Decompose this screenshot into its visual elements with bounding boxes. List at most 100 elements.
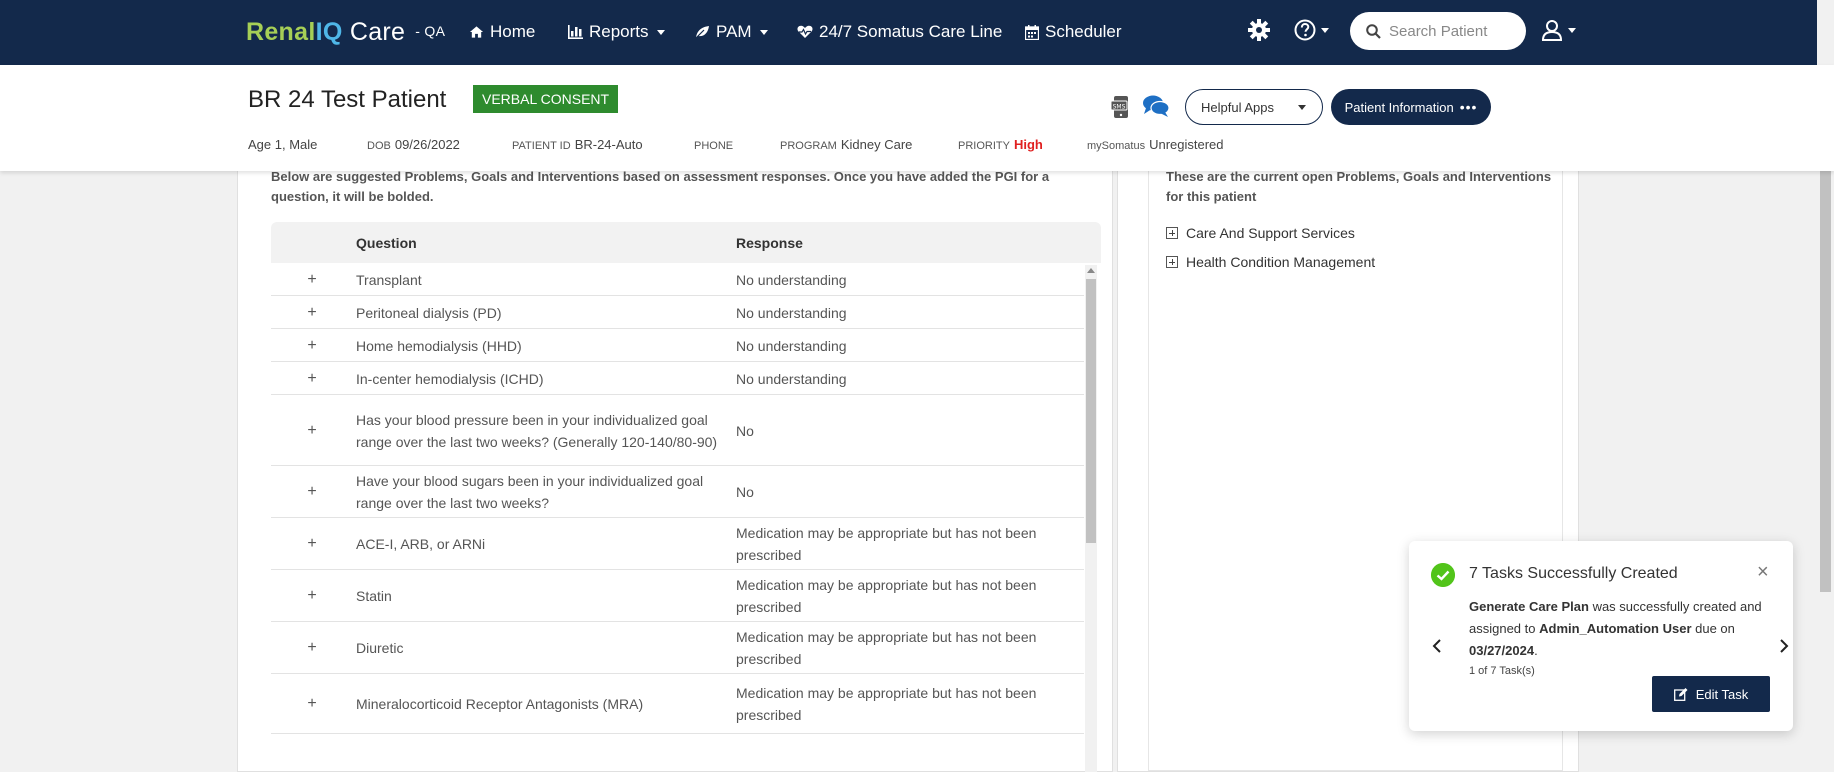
bar-chart-icon [568,25,583,39]
patient-name: BR 24 Test Patient [248,86,447,113]
chevron-down-icon [656,29,665,35]
table-row: + ACE-I, ARB, or ARNi Medication may be ap… [271,518,1084,570]
heartbeat-icon [797,25,813,38]
table-header: Question Response [271,222,1101,263]
priority-label: PRIORITY [958,140,1010,152]
toast-title: 7 Tasks Successfully Created [1469,565,1678,582]
current-pgi-intro: These are the current open Problems, Goa… [1166,169,1552,204]
expand-row-icon[interactable]: + [304,337,320,354]
svg-text:SMS: SMS [1113,104,1126,111]
table-scrollbar[interactable] [1085,265,1097,772]
patient-information-button[interactable]: Patient Information ••• [1331,89,1491,125]
nav-pam-label: PAM [716,22,752,41]
nav-scheduler-label: Scheduler [1045,22,1122,41]
edit-task-label: Edit Task [1695,686,1749,702]
expand-row-icon[interactable]: + [304,640,320,656]
priority-field: PRIORITY High [958,137,1043,152]
calendar-icon [1025,24,1039,40]
nav-pam[interactable]: PAM [694,22,768,42]
top-navbar: RenalIQ Care - QA Home Reports PAM 24/7 S… [0,0,1834,65]
expand-row-icon[interactable]: + [304,536,320,552]
expand-row-icon[interactable]: + [304,271,320,288]
sms-icon[interactable]: SMS [1111,95,1133,119]
response-cell: No understanding [736,271,847,288]
patient-search[interactable] [1350,12,1526,50]
edit-task-button[interactable]: Edit Task [1652,676,1770,712]
expand-row-icon[interactable]: + [304,484,320,500]
response-cell: No understanding [736,337,847,354]
close-icon[interactable]: × [1757,562,1769,582]
chevron-right-icon[interactable] [1779,639,1789,653]
response-cell: No [736,484,754,500]
question-cell: Transplant [356,271,422,288]
helpful-apps-dropdown[interactable]: Helpful Apps [1185,89,1323,125]
toast-text: . [1534,643,1538,658]
question-cell: Mineralocorticoid Receptor Antagonists (… [356,696,644,712]
user-icon [1541,20,1563,41]
nav-reports[interactable]: Reports [567,22,665,42]
mysomatus-label: mySomatus [1087,140,1146,152]
question-cell: Diuretic [356,640,404,656]
patient-id-label: PATIENT ID [512,140,571,152]
scroll-up-arrow[interactable] [1087,268,1095,273]
nav-careline[interactable]: 24/7 Somatus Care Line [797,22,1002,42]
chevron-down-icon [1321,27,1329,33]
environment-label: - QA [415,23,446,39]
assessment-table: Question Response + Transplant No understa… [271,222,1101,772]
expand-row-icon[interactable]: + [304,588,320,604]
patient-information-label: Patient Information [1344,99,1454,115]
table-row: + Peritoneal dialysis (PD) No understandin… [271,296,1084,329]
check-circle-icon [1431,563,1455,587]
edit-icon [1673,687,1688,701]
nav-home[interactable]: Home [469,22,535,42]
table-row: + Home hemodialysis (HHD) No understanding [271,329,1084,362]
expand-row-icon[interactable]: + [304,370,320,387]
column-response: Response [736,235,803,251]
phone-label: PHONE [694,140,734,152]
brand-renal: Renal [246,18,316,46]
question-cell: Has your blood pressure been in your ind… [356,411,718,450]
expand-row-icon[interactable]: + [304,304,320,321]
expand-row-icon[interactable]: + [304,422,320,439]
user-menu[interactable] [1541,19,1576,41]
question-cell: Statin [356,588,392,604]
gear-icon[interactable] [1248,19,1270,41]
tree-item-health-condition[interactable]: Health Condition Management [1166,254,1375,270]
toast-task-name: Generate Care Plan [1469,599,1589,614]
dob-value: 09/26/2022 [394,137,460,152]
expand-icon[interactable] [1166,256,1178,268]
brand-iq: IQ [315,18,343,46]
patient-id-field: PATIENT ID BR-24-Auto [512,137,643,152]
tree-item-care-support[interactable]: Care And Support Services [1166,225,1355,241]
table-row: + Diuretic Medication may be appropriate b… [271,622,1084,674]
dob-field: DOB 09/26/2022 [367,137,460,152]
response-cell: No understanding [736,304,847,321]
nav-scheduler[interactable]: Scheduler [1025,22,1122,42]
mysomatus-value: Unregistered [1149,137,1224,152]
response-cell: Medication may be appropriate but has no… [736,685,1037,723]
chevron-left-icon[interactable] [1432,639,1442,653]
scrollbar-thumb[interactable] [1086,279,1096,543]
nav-reports-label: Reports [589,22,649,41]
expand-icon[interactable] [1166,227,1178,239]
chevron-down-icon [1568,27,1576,33]
phone-field: PHONE [694,137,737,152]
search-input[interactable] [1389,22,1509,40]
expand-row-icon[interactable]: + [304,696,320,712]
age-sex: Age 1, Male [248,137,318,152]
chat-icon[interactable] [1142,94,1170,118]
program-field: PROGRAM Kidney Care [780,137,912,152]
helpful-apps-label: Helpful Apps [1201,99,1274,115]
help-menu[interactable] [1294,19,1329,41]
table-row: + Has your blood pressure been in your in… [271,395,1084,466]
toast-message: Generate Care Plan was successfully crea… [1469,596,1769,662]
question-cell: In-center hemodialysis (ICHD) [356,370,544,387]
table-row: + Have your blood sugars been in your ind… [271,466,1084,518]
mysomatus-field: mySomatus Unregistered [1087,137,1224,152]
page-scrollbar-thumb[interactable] [1820,160,1831,592]
brand-logo[interactable]: RenalIQ Care - QA [246,18,445,47]
response-cell: No [736,422,754,439]
toast-text: due on [1691,621,1735,636]
response-cell: Medication may be appropriate but has no… [736,525,1037,563]
toast-task-count: 1 of 7 Task(s) [1469,665,1535,677]
